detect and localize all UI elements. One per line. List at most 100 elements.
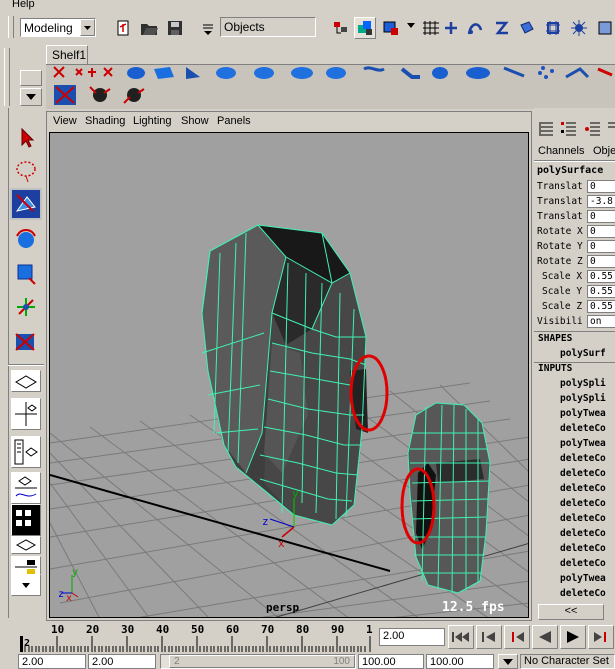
selection-mode-field[interactable]: Objects — [220, 17, 316, 37]
channel-value[interactable]: -3.8 — [587, 195, 615, 208]
snap-curve-icon[interactable] — [464, 17, 486, 39]
panel-menu-show[interactable]: Show — [181, 115, 209, 127]
viewport-3d[interactable]: y z x y z x persp 12.5 fps — [49, 132, 529, 618]
channel-scale-y[interactable]: Scale Y 0.55 — [534, 284, 615, 299]
channel-value[interactable]: 0 — [587, 255, 615, 268]
input-node[interactable]: deleteCo — [560, 496, 615, 511]
input-node[interactable]: deleteCo — [560, 586, 615, 601]
selection-mode-menu-icon[interactable] — [200, 17, 216, 39]
current-time-marker[interactable] — [20, 636, 23, 652]
manipulator-tool-icon[interactable] — [12, 292, 40, 322]
panel-menu-lighting[interactable]: Lighting — [133, 115, 172, 127]
lasso-tool-icon[interactable] — [12, 156, 40, 186]
input-node[interactable]: deleteCo — [560, 451, 615, 466]
snap-view-plane-icon[interactable] — [490, 17, 512, 39]
select-tool-icon[interactable] — [12, 124, 40, 152]
viewport-scene[interactable]: y z x y z x persp 12.5 fps — [50, 133, 529, 618]
component-mode-menu-icon[interactable] — [404, 17, 418, 39]
select-by-object-type-icon[interactable] — [354, 17, 376, 39]
channel-scale-x[interactable]: Scale X 0.55 — [534, 269, 615, 284]
channel-value[interactable]: 0.55 — [587, 300, 615, 313]
snap-point-icon[interactable] — [440, 17, 462, 39]
channel-scale-z[interactable]: Scale Z 0.55 — [534, 299, 615, 314]
channel-box-tab-channels[interactable]: Channels — [538, 145, 584, 157]
shelf-handle[interactable] — [4, 48, 10, 106]
step-back-key-icon[interactable] — [476, 625, 502, 649]
tool-settings-icon[interactable] — [582, 118, 604, 140]
playback-start-field[interactable]: 2.00 — [88, 654, 156, 669]
layout-four-view-icon[interactable] — [11, 398, 41, 430]
channel-box-tab-object[interactable]: Obje — [593, 145, 615, 157]
channel-value[interactable]: 0 — [587, 240, 615, 253]
channel-value[interactable]: 0.55 — [587, 270, 615, 283]
layout-hypershade-icon[interactable] — [11, 504, 41, 536]
channel-rotate-z[interactable]: Rotate Z 0 — [534, 254, 615, 269]
go-to-start-icon[interactable] — [448, 625, 474, 649]
current-time-field[interactable]: 2.00 — [379, 628, 445, 646]
channel-box-icon[interactable] — [536, 118, 558, 140]
step-back-frame-icon[interactable] — [504, 625, 530, 649]
input-node[interactable]: polySpli — [560, 391, 615, 406]
play-forwards-icon[interactable] — [560, 625, 586, 649]
playback-end-field[interactable]: 100.00 — [358, 654, 424, 669]
shelf-menu-button[interactable] — [20, 88, 42, 106]
layout-persp-outliner-icon[interactable] — [11, 536, 41, 554]
make-live-icon[interactable] — [516, 17, 538, 39]
channel-box-scroll-button[interactable]: << — [538, 604, 604, 620]
input-node[interactable]: deleteCo — [560, 541, 615, 556]
range-slider-handle[interactable]: 2 100 — [169, 655, 355, 668]
channel-translate-z[interactable]: Translat 0 — [534, 209, 615, 224]
layout-graph-perspective-icon[interactable] — [11, 472, 41, 504]
channel-translate-x[interactable]: Translat 0 — [534, 179, 615, 194]
time-slider[interactable]: 2 10 20 30 40 50 60 70 80 90 1 — [0, 622, 378, 652]
channel-translate-y[interactable]: Translat -3.8 — [534, 194, 615, 209]
select-by-component-type-icon[interactable] — [380, 17, 402, 39]
construction-history-icon[interactable] — [542, 17, 564, 39]
channel-value[interactable]: on — [587, 315, 615, 328]
channel-rotate-y[interactable]: Rotate Y 0 — [534, 239, 615, 254]
character-set-field[interactable]: No Character Set — [520, 654, 615, 669]
shape-node[interactable]: polySurf — [560, 346, 615, 361]
channel-value[interactable]: 0 — [587, 180, 615, 193]
open-scene-icon[interactable] — [138, 17, 160, 39]
scale-tool-icon[interactable] — [12, 258, 40, 288]
panel-menu-shading[interactable]: Shading — [85, 115, 125, 127]
character-set-menu-icon[interactable] — [498, 654, 518, 669]
select-by-hierarchy-icon[interactable] — [330, 17, 352, 39]
step-forward-frame-icon[interactable] — [588, 625, 614, 649]
snap-grid-icon[interactable] — [420, 17, 442, 39]
move-tool-icon[interactable] — [10, 188, 42, 220]
render-icon[interactable] — [568, 17, 590, 39]
dropdown-arrow-icon[interactable] — [80, 19, 95, 36]
ipr-render-icon[interactable] — [594, 17, 615, 39]
channel-value[interactable]: 0 — [587, 210, 615, 223]
input-node[interactable]: polyTwea — [560, 571, 615, 586]
panel-menu-view[interactable]: View — [53, 115, 77, 127]
layout-outliner-perspective-icon[interactable] — [11, 436, 41, 468]
input-node[interactable]: polyTwea — [560, 406, 615, 421]
range-slider[interactable]: 2 100 — [160, 654, 356, 669]
shelf-tab[interactable]: Shelf1 — [46, 45, 88, 64]
shelf-options-button[interactable] — [20, 70, 42, 86]
input-node[interactable]: deleteCo — [560, 466, 615, 481]
time-slider-track[interactable]: 2 10 20 30 40 50 60 70 80 90 1 — [18, 622, 374, 652]
help-menu[interactable]: Help — [12, 0, 35, 10]
channel-visibility[interactable]: Visibili on — [534, 314, 615, 329]
channel-box-extra-icon[interactable] — [606, 118, 615, 140]
start-time-field[interactable]: 2.00 — [18, 654, 86, 669]
input-node[interactable]: deleteCo — [560, 511, 615, 526]
play-backwards-icon[interactable] — [532, 625, 558, 649]
channel-value[interactable]: 0.55 — [587, 285, 615, 298]
layout-single-perspective-icon[interactable] — [11, 370, 41, 392]
input-node[interactable]: deleteCo — [560, 421, 615, 436]
input-node[interactable]: polyTwea — [560, 436, 615, 451]
last-tool-used-icon[interactable] — [10, 326, 42, 358]
new-scene-icon[interactable] — [112, 17, 134, 39]
shelf-icons[interactable] — [46, 65, 615, 109]
layout-menu-icon[interactable] — [11, 574, 41, 596]
status-line-handle[interactable] — [8, 16, 14, 38]
channel-value[interactable]: 0 — [587, 225, 615, 238]
object-name[interactable]: polySurface — [537, 165, 603, 176]
menu-set-dropdown[interactable]: Modeling — [20, 18, 96, 37]
channel-rotate-x[interactable]: Rotate X 0 — [534, 224, 615, 239]
